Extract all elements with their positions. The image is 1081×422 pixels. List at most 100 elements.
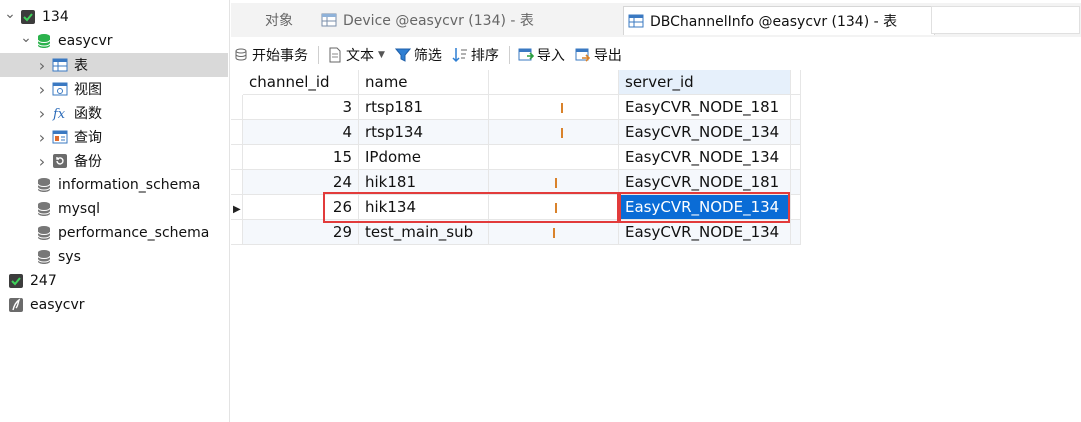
grid-cell-name[interactable]: test_main_sub [359, 220, 489, 245]
row-indicator[interactable] [231, 120, 243, 145]
document-icon [327, 47, 343, 63]
nav-item-information-schema[interactable]: information_schema [0, 173, 228, 197]
highlight-box-row [323, 192, 621, 223]
grid-cell-empty[interactable] [489, 120, 619, 145]
sort-button[interactable]: 排序 [450, 43, 501, 67]
grid-cell-server-id[interactable]: EasyCVR_NODE_134 [619, 145, 791, 170]
chevron-right-icon[interactable]: › [36, 128, 48, 147]
sort-label: 排序 [470, 48, 499, 64]
column-header-channel-id[interactable]: channel_id [243, 70, 359, 95]
sqlite-icon [8, 297, 24, 313]
database-icon [36, 177, 52, 193]
tab-dbchannelinfo-table[interactable]: DBChannelInfo @easycvr (134) - 表 [623, 6, 935, 35]
begin-transaction-button[interactable]: 开始事务 [231, 43, 310, 67]
grid-cell-name[interactable]: rtsp181 [359, 95, 489, 120]
navigation-tree[interactable]: ⌄ 134 ⌄ easycvr › 表 › 视图 › fx 函数 › 查询 › 备份 information_… [0, 0, 230, 422]
column-header-empty [489, 70, 619, 95]
tab-objects[interactable]: 对象 [239, 6, 319, 34]
nav-item-mysql[interactable]: mysql [0, 197, 228, 221]
export-icon [575, 47, 591, 63]
row-indicator[interactable]: ▶ [231, 195, 243, 220]
nav-item-easycvr[interactable]: easycvr [0, 293, 228, 317]
grid-cell-empty[interactable] [791, 145, 801, 170]
filter-icon [394, 47, 411, 63]
grid-cell-channel-id[interactable]: 15 [243, 145, 359, 170]
function-icon: fx [52, 105, 68, 121]
export-button[interactable]: 导出 [573, 43, 624, 67]
column-header-name[interactable]: name [359, 70, 489, 95]
import-button[interactable]: 导入 [516, 43, 567, 67]
toolbar-divider [318, 46, 319, 64]
redaction-mark [561, 103, 563, 113]
row-indicator[interactable] [231, 170, 243, 195]
connection-icon [8, 273, 24, 289]
grid-cell-empty[interactable] [791, 95, 801, 120]
grid-cell-empty[interactable] [489, 95, 619, 120]
grid-cell-name[interactable]: rtsp134 [359, 120, 489, 145]
nav-item-247[interactable]: 247 [0, 269, 228, 293]
svg-text:fx: fx [52, 107, 66, 121]
grid-cell-empty[interactable] [791, 120, 801, 145]
grid-cell-server-id[interactable]: EasyCVR_NODE_134 [619, 220, 791, 245]
backup-icon [52, 153, 68, 169]
grid-cell-channel-id[interactable]: 3 [243, 95, 359, 120]
nav-item--[interactable]: › 备份 [0, 149, 228, 173]
nav-item-label: 247 [30, 273, 57, 289]
grid-cell-server-id[interactable]: EasyCVR_NODE_134 [619, 120, 791, 145]
table-icon [628, 13, 644, 29]
grid-cell-empty[interactable] [791, 220, 801, 245]
tab-device-table[interactable]: Device @easycvr (134) - 表 [319, 6, 625, 34]
redaction-mark [553, 228, 555, 238]
grid-cell-name[interactable]: IPdome [359, 145, 489, 170]
grid-cell-channel-id[interactable]: 29 [243, 220, 359, 245]
nav-item--[interactable]: › 视图 [0, 77, 228, 101]
column-header-empty [791, 70, 801, 95]
nav-item-label: 视图 [74, 82, 102, 98]
sort-icon [452, 47, 468, 63]
grid-cell-empty[interactable] [489, 145, 619, 170]
nav-item-easycvr[interactable]: ⌄ easycvr [0, 29, 228, 53]
column-header-server-id[interactable]: server_id [619, 70, 791, 95]
grid-cell-channel-id[interactable]: 4 [243, 120, 359, 145]
row-indicator[interactable] [231, 220, 243, 245]
chevron-right-icon[interactable]: › [36, 56, 48, 75]
chevron-right-icon[interactable]: › [36, 104, 48, 123]
database-icon [36, 249, 52, 265]
current-row-arrow-icon: ▶ [233, 204, 241, 215]
grid-cell-empty[interactable] [791, 195, 801, 220]
nav-item-label: 函数 [74, 106, 102, 122]
nav-item-label: easycvr [30, 297, 85, 313]
chevron-right-icon[interactable]: › [36, 80, 48, 99]
nav-item-sys[interactable]: sys [0, 245, 228, 269]
grid-cell-server-id[interactable]: EasyCVR_NODE_181 [619, 95, 791, 120]
nav-item--[interactable]: › fx 函数 [0, 101, 228, 125]
tab-area-blank [931, 6, 1080, 34]
highlight-box-server-id [617, 192, 790, 223]
nav-item-label: sys [58, 249, 81, 265]
grid-cell-empty[interactable] [791, 170, 801, 195]
nav-item--[interactable]: › 表 [0, 53, 228, 77]
filter-button[interactable]: 筛选 [393, 43, 444, 67]
row-indicator[interactable] [231, 145, 243, 170]
toolbar-divider [508, 46, 510, 64]
text-view-button[interactable]: 文本 ▼ [325, 43, 387, 67]
chevron-right-icon[interactable]: › [36, 152, 48, 171]
query-icon [52, 129, 68, 145]
nav-item--[interactable]: › 查询 [0, 125, 228, 149]
row-indicator[interactable] [231, 95, 243, 120]
nav-item-label: information_schema [58, 177, 201, 193]
tab-label: DBChannelInfo @easycvr (134) - 表 [650, 14, 898, 30]
redaction-mark [561, 128, 563, 138]
chevron-down-icon[interactable]: ⌄ [4, 6, 16, 22]
import-label: 导入 [536, 48, 565, 64]
toolbar: 开始事务 文本 ▼ 筛选 排序 导入 导出 [231, 41, 1081, 69]
table-icon [321, 12, 337, 28]
nav-item-label: 表 [74, 58, 88, 74]
database-icon [36, 201, 52, 217]
nav-item-134[interactable]: ⌄ 134 [0, 5, 228, 29]
chevron-down-icon[interactable]: ⌄ [20, 30, 32, 46]
nav-item-performance-schema[interactable]: performance_schema [0, 221, 228, 245]
